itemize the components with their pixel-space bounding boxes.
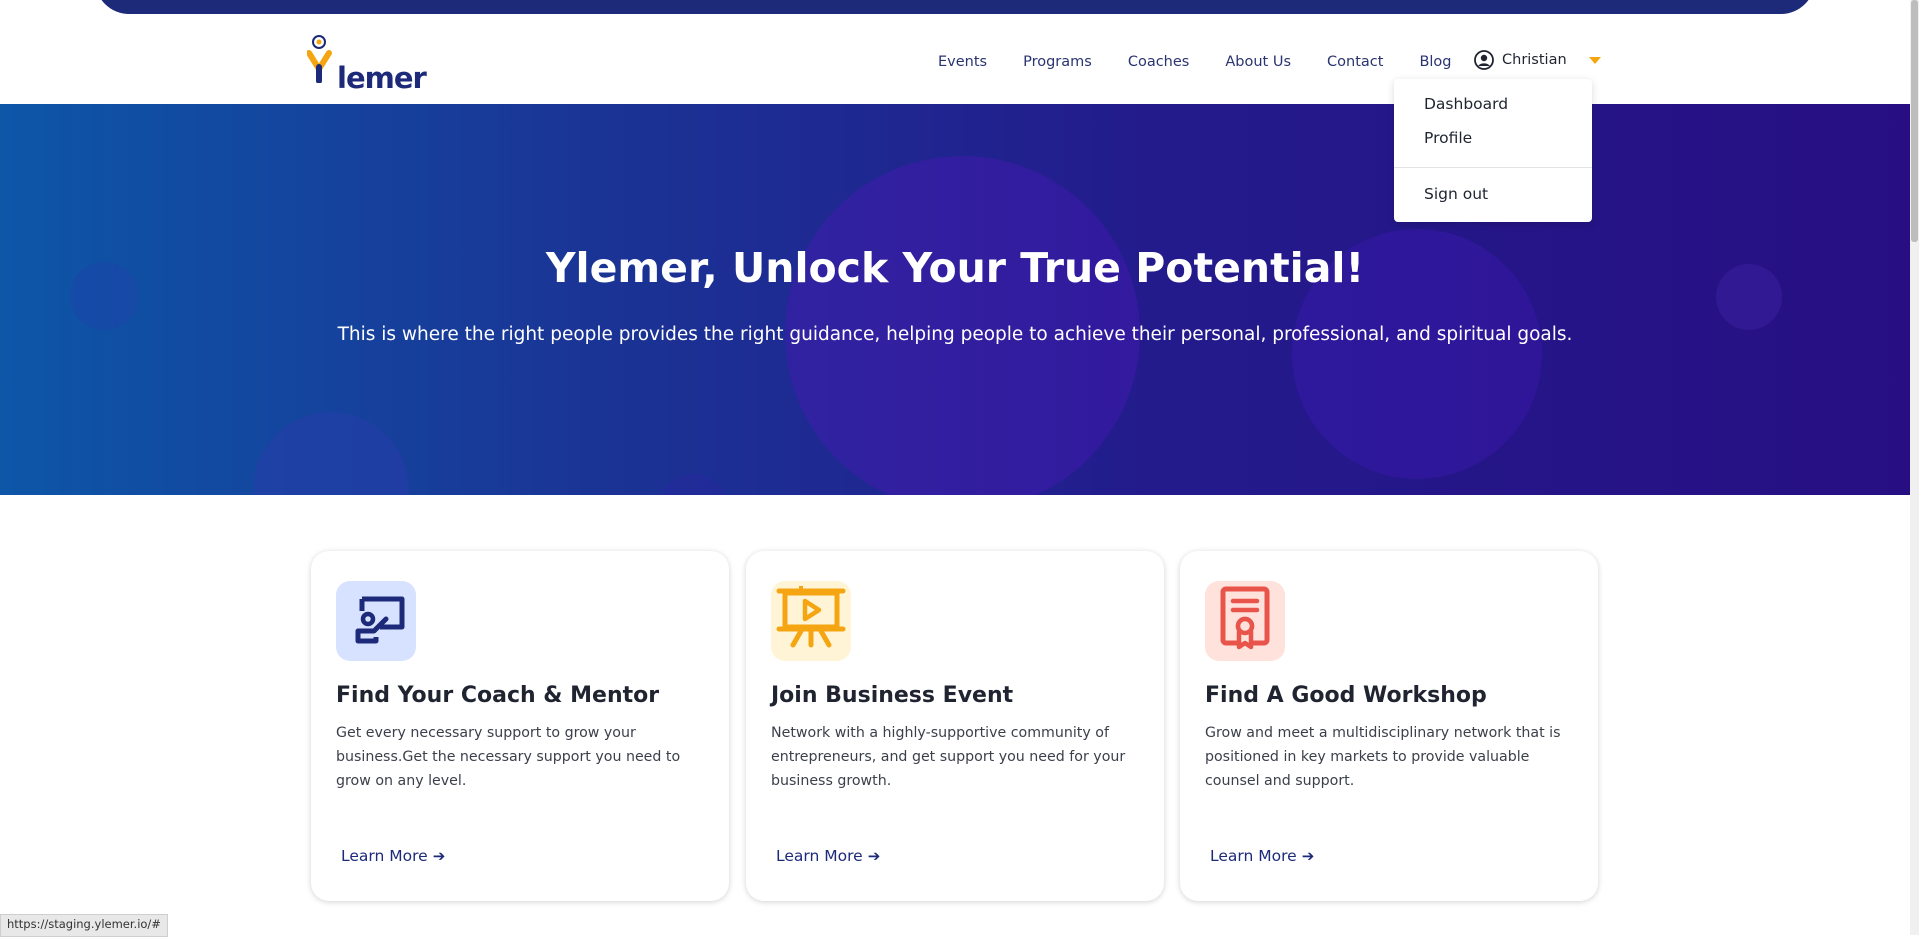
arrow-right-icon: ➔ <box>867 847 881 865</box>
decorative-bubble <box>253 412 409 495</box>
top-banner-strip <box>95 0 1815 14</box>
nav-about-us[interactable]: About Us <box>1225 54 1291 70</box>
user-dropdown-menu: Dashboard Profile Sign out <box>1394 79 1592 222</box>
learn-more-label: Learn More <box>341 847 428 865</box>
hero-subtitle: This is where the right people provides … <box>337 324 1573 345</box>
nav-contact[interactable]: Contact <box>1327 54 1383 70</box>
ylemer-logo[interactable]: lemer <box>307 31 427 95</box>
menu-divider <box>1394 167 1592 168</box>
user-name: Christian <box>1502 52 1567 68</box>
nav-blog[interactable]: Blog <box>1419 54 1451 70</box>
feature-card-workshop: Find A Good Workshop Grow and meet a mul… <box>1180 551 1598 901</box>
nav-programs[interactable]: Programs <box>1023 54 1092 70</box>
decorative-bubble <box>658 474 728 495</box>
coach-presentation-icon <box>336 581 416 661</box>
feature-card-event: Join Business Event Network with a highl… <box>746 551 1164 901</box>
hero-banner: Ylemer, Unlock Your True Potential! This… <box>0 104 1910 495</box>
card-title: Find Your Coach & Mentor <box>336 683 660 708</box>
menu-item-dashboard[interactable]: Dashboard <box>1424 95 1508 113</box>
card-title: Join Business Event <box>771 683 1014 708</box>
site-header: lemer Events Programs Coaches About Us C… <box>0 14 1910 104</box>
user-avatar-icon <box>1474 50 1494 70</box>
video-board-icon <box>771 581 851 661</box>
nav-coaches[interactable]: Coaches <box>1128 54 1190 70</box>
card-description: Get every necessary support to grow your… <box>336 725 681 789</box>
page-scrollbar[interactable] <box>1910 0 1919 935</box>
nav-events[interactable]: Events <box>938 54 987 70</box>
learn-more-link[interactable]: Learn More ➔ <box>776 847 880 865</box>
hero-title: Ylemer, Unlock Your True Potential! <box>545 244 1365 292</box>
user-menu-toggle[interactable]: Christian <box>1474 50 1567 70</box>
card-description: Network with a highly-supportive communi… <box>771 725 1126 789</box>
feature-card-coach: Find Your Coach & Mentor Get every neces… <box>311 551 729 901</box>
learn-more-label: Learn More <box>1210 847 1297 865</box>
arrow-right-icon: ➔ <box>432 847 446 865</box>
chevron-down-icon[interactable] <box>1589 57 1601 64</box>
main-nav: Events Programs Coaches About Us Contact… <box>938 54 1488 70</box>
card-description: Grow and meet a multidisciplinary networ… <box>1205 725 1561 789</box>
browser-status-url: https://staging.ylemer.io/# <box>0 914 168 937</box>
scrollbar-thumb[interactable] <box>1911 0 1918 242</box>
arrow-right-icon: ➔ <box>1301 847 1315 865</box>
menu-item-sign-out[interactable]: Sign out <box>1424 185 1488 203</box>
learn-more-label: Learn More <box>776 847 863 865</box>
certificate-icon <box>1205 581 1285 661</box>
menu-item-profile[interactable]: Profile <box>1424 129 1472 147</box>
card-title: Find A Good Workshop <box>1205 683 1487 708</box>
learn-more-link[interactable]: Learn More ➔ <box>341 847 445 865</box>
learn-more-link[interactable]: Learn More ➔ <box>1210 847 1314 865</box>
logo-wordmark: lemer <box>337 61 427 95</box>
